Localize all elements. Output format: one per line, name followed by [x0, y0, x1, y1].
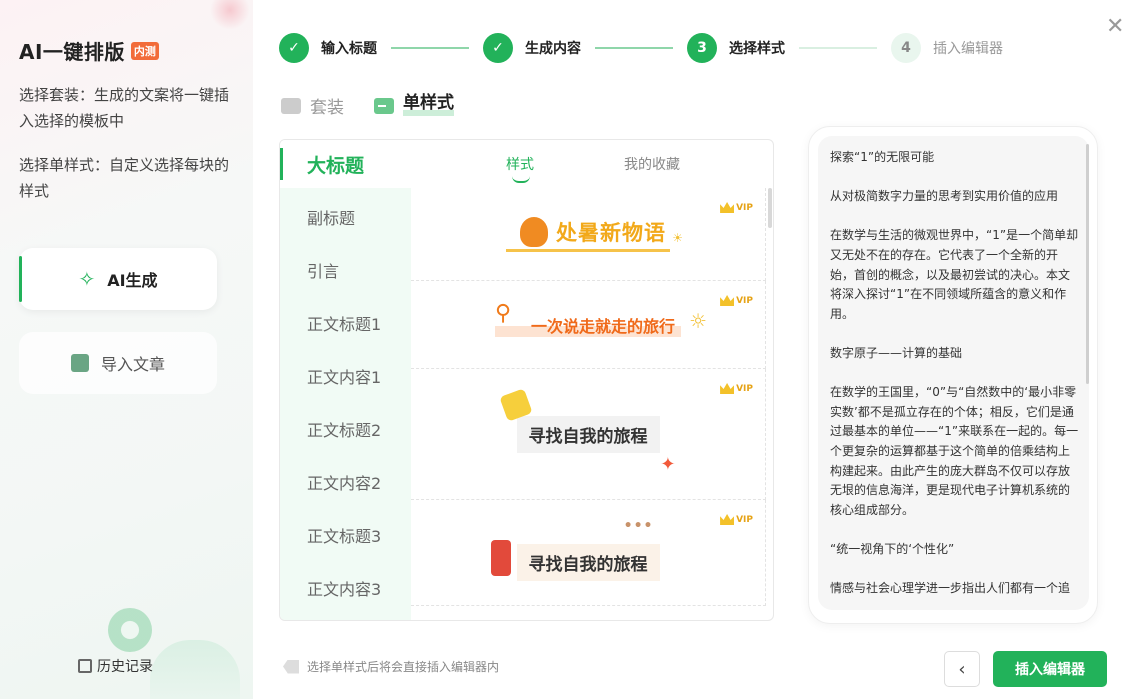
decorative-shape — [150, 640, 240, 699]
decorative-star — [210, 0, 250, 30]
preview-paragraph: 探索“1”的无限可能 — [830, 150, 935, 164]
app-title: AI一键排版 — [19, 40, 125, 64]
suitcase-icon — [490, 540, 511, 576]
preview-paragraph: 在数学与生活的微观世界中，“1”是一个简单却又无处不在的存在。它代表了一个全新的… — [830, 228, 1079, 321]
style-preview-title: ⚲ 一次说走就走的旅行 ☼ — [494, 300, 707, 337]
step-label: 输入标题 — [321, 41, 377, 57]
tab-suite-label: 套装 — [310, 98, 344, 118]
preview-paragraph: “统一视角下的‘个性化” — [830, 541, 955, 556]
step-connector — [799, 47, 877, 49]
history-icon — [78, 659, 92, 673]
style-preview-title: 寻找自我的旅程 ✦ — [498, 387, 676, 475]
style-card[interactable]: VIP ••• 寻找自我的旅程 — [411, 500, 766, 606]
sparkle-icon: ✦ — [660, 453, 676, 475]
preview-paragraph: 在数学的王国里，“0”与“自然数中的‘最小非零实数’都不是孤立存在的个体；相反，… — [830, 385, 1079, 517]
back-button[interactable]: ‹ — [944, 651, 980, 687]
tab-single-style[interactable]: 单样式 — [374, 94, 454, 116]
app-brand: AI一键排版 内测 — [19, 36, 159, 65]
step-label: 选择样式 — [729, 41, 785, 57]
history-link[interactable]: 历史记录 — [78, 656, 153, 676]
step-connector — [595, 47, 673, 49]
vip-badge: VIP — [720, 202, 753, 213]
style-card[interactable]: VIP 寻找自我的旅程 ✦ — [411, 369, 766, 500]
style-card[interactable]: VIP ⚲ 一次说走就走的旅行 ☼ — [411, 281, 766, 369]
history-label: 历史记录 — [97, 659, 153, 675]
style-panel: 大标题 副标题 引言 正文标题1 正文内容1 正文标题2 正文内容2 正文标题3… — [279, 139, 774, 621]
step-4: 4 插入编辑器 — [891, 33, 1003, 63]
category-item[interactable]: 副标题 — [280, 190, 411, 243]
crown-icon — [720, 383, 735, 394]
content-preview: 探索“1”的无限可能 从对极简数字力量的思考到实用价值的应用 在数学与生活的微观… — [818, 136, 1089, 610]
step-1: ✓ 输入标题 — [279, 33, 377, 63]
tab-single-style-label: 单样式 — [403, 94, 454, 116]
hint-text: 选择单样式后将会直接插入编辑器内 — [307, 660, 500, 674]
step-number: 3 — [687, 33, 717, 63]
step-indicator: ✓ 输入标题 ✓ 生成内容 3 选择样式 4 插入编辑器 — [279, 32, 1003, 64]
import-article-button[interactable]: 导入文章 — [19, 332, 217, 394]
pin-dots-icon: ••• — [623, 518, 654, 534]
tag-icon — [283, 659, 299, 674]
decorative-gear-icon — [108, 608, 152, 652]
category-item[interactable]: 引言 — [280, 243, 411, 296]
ai-generate-button[interactable]: ✧ AI生成 — [19, 248, 217, 310]
single-style-description: 选择单样式：自定义选择每块的样式 — [19, 156, 230, 200]
vip-badge: VIP — [720, 295, 753, 306]
crown-icon — [720, 295, 735, 306]
check-icon: ✓ — [483, 33, 513, 63]
category-item[interactable]: 正文标题2 — [280, 402, 411, 455]
style-icon — [374, 97, 394, 114]
style-list-scrollbar[interactable] — [768, 188, 772, 228]
style-cards: VIP 处暑新物语 ☀ VIP ⚲ 一次说走就走的旅行 ☼ VIP 寻找自我的旅… — [411, 188, 766, 620]
tab-suite[interactable]: 套装 — [281, 93, 344, 118]
left-panel: AI一键排版 内测 选择套装：生成的文案将一键插入选择的模板中 选择单样式：自定… — [0, 0, 253, 699]
step-label: 插入编辑器 — [933, 41, 1003, 57]
sun-icon: ☼ — [689, 308, 707, 333]
import-icon — [70, 354, 89, 372]
preview-paragraph: 情感与社会心理学进一步指出人们都有一个追 — [830, 581, 1071, 596]
preview-scrollbar[interactable] — [1086, 144, 1089, 384]
suite-description: 选择套装：生成的文案将一键插入选择的模板中 — [19, 86, 230, 130]
style-preview-title: 处暑新物语 ☀ — [506, 216, 683, 252]
step-label: 生成内容 — [525, 41, 581, 57]
tab-favorites[interactable]: 我的收藏 — [624, 154, 680, 174]
folder-icon — [281, 97, 301, 114]
category-item[interactable]: 大标题 — [280, 140, 411, 188]
tab-styles[interactable]: 样式 — [506, 154, 534, 183]
preview-paragraph: 数字原子——计算的基础 — [830, 345, 963, 360]
category-item[interactable]: 正文标题1 — [280, 296, 411, 349]
preview-paragraph: 从对极简数字力量的思考到实用价值的应用 — [830, 189, 1059, 204]
step-number: 4 — [891, 33, 921, 63]
category-list: 大标题 副标题 引言 正文标题1 正文内容1 正文标题2 正文内容2 正文标题3… — [280, 140, 411, 620]
mode-tabs: 套装 单样式 — [281, 93, 454, 118]
magic-wand-icon: ✧ — [78, 267, 96, 291]
beta-badge: 内测 — [130, 41, 159, 60]
style-preview-title: ••• 寻找自我的旅程 — [490, 518, 660, 581]
category-item[interactable]: 正文内容2 — [280, 455, 411, 508]
category-item[interactable]: 正文内容3 — [280, 561, 411, 614]
category-item[interactable]: 正文标题3 — [280, 508, 411, 561]
crown-icon — [720, 514, 735, 525]
import-article-label: 导入文章 — [100, 355, 165, 374]
category-item[interactable]: 正文内容1 — [280, 349, 411, 402]
insert-editor-button[interactable]: 插入编辑器 — [993, 651, 1107, 687]
vip-badge: VIP — [720, 383, 753, 394]
camera-icon — [498, 387, 533, 422]
close-icon[interactable]: ✕ — [1106, 14, 1124, 39]
crown-icon — [720, 202, 735, 213]
step-2: ✓ 生成内容 — [483, 33, 581, 63]
sun-icon: ☀ — [672, 230, 684, 245]
tree-icon — [520, 216, 548, 247]
vip-badge: VIP — [720, 514, 753, 525]
step-connector — [391, 47, 469, 49]
style-sub-tabs: 样式 我的收藏 — [411, 140, 773, 188]
ai-generate-label: AI生成 — [107, 271, 158, 290]
check-icon: ✓ — [279, 33, 309, 63]
style-card[interactable]: VIP 处暑新物语 ☀ — [411, 188, 766, 281]
step-3: 3 选择样式 — [687, 33, 785, 63]
footer-hint: 选择单样式后将会直接插入编辑器内 — [283, 658, 499, 675]
location-pin-icon: ⚲ — [494, 300, 512, 326]
